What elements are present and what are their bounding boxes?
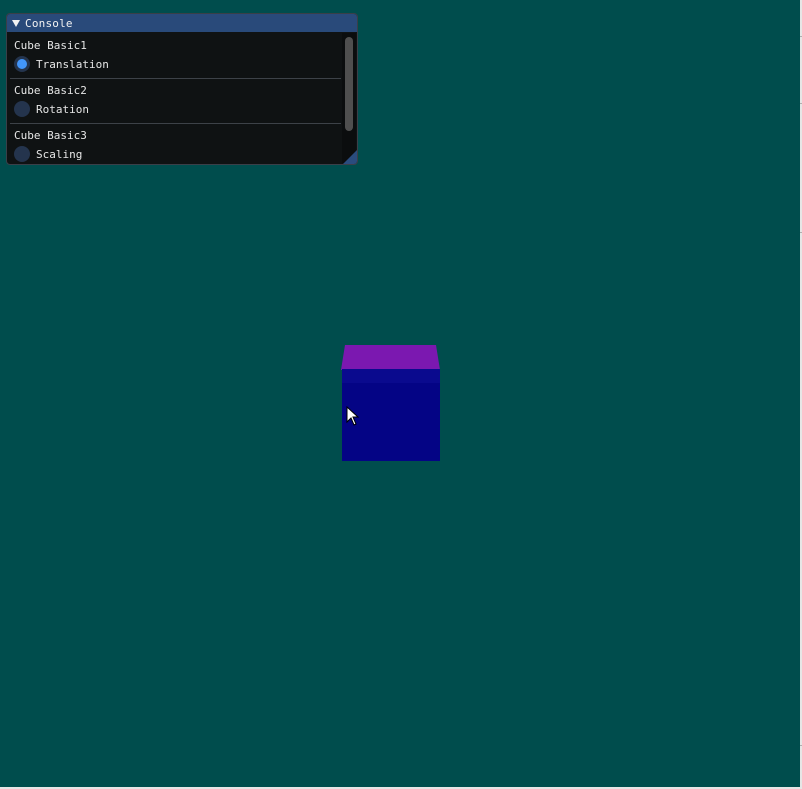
radio-label[interactable]: Scaling (36, 148, 82, 161)
radio-button-selected-icon[interactable] (14, 56, 30, 72)
separator (10, 123, 341, 124)
console-window[interactable]: Console Cube Basic1 Translation Cube Bas… (6, 13, 358, 165)
group-cube-basic1: Cube Basic1 Translation (14, 38, 337, 74)
radio-label[interactable]: Rotation (36, 103, 89, 116)
radio-button-icon[interactable] (14, 146, 30, 162)
group-label: Cube Basic1 (14, 39, 87, 52)
radio-rotation[interactable]: Rotation (14, 99, 337, 119)
console-scrollbar[interactable] (342, 33, 356, 163)
console-title: Console (25, 16, 73, 30)
group-label: Cube Basic3 (14, 129, 87, 142)
radio-translation[interactable]: Translation (14, 54, 337, 74)
scrollbar-thumb[interactable] (345, 37, 353, 131)
radio-scaling[interactable]: Scaling (14, 144, 337, 164)
radio-label[interactable]: Translation (36, 58, 109, 71)
cube-top-face (341, 345, 440, 370)
group-cube-basic3: Cube Basic3 Scaling (14, 128, 337, 164)
group-label: Cube Basic2 (14, 84, 87, 97)
render-viewport[interactable]: Console Cube Basic1 Translation Cube Bas… (0, 0, 800, 787)
separator (10, 78, 341, 79)
collapse-arrow-icon[interactable] (12, 20, 20, 27)
console-titlebar[interactable]: Console (7, 14, 357, 32)
group-cube-basic2: Cube Basic2 Rotation (14, 83, 337, 119)
console-content: Cube Basic1 Translation Cube Basic2 Rota… (7, 32, 357, 164)
resize-grip-icon[interactable] (343, 150, 357, 164)
mouse-cursor-icon (346, 406, 360, 426)
radio-button-icon[interactable] (14, 101, 30, 117)
